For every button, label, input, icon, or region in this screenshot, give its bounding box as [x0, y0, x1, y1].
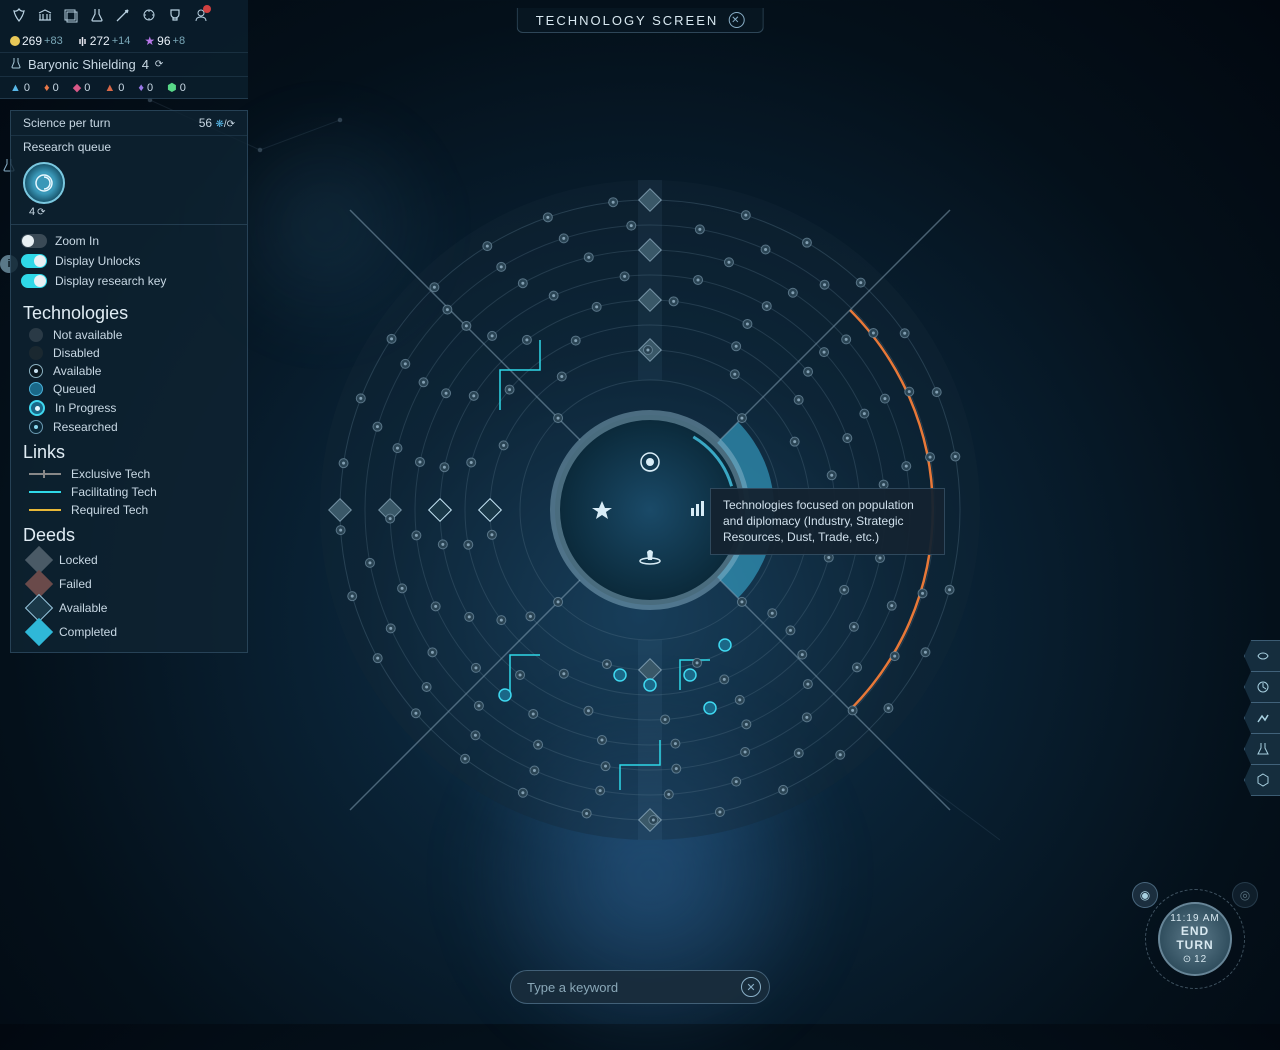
action-btn-3[interactable]	[1244, 702, 1280, 734]
action-btn-2[interactable]	[1244, 671, 1280, 703]
prestige-value: 96	[157, 34, 170, 48]
science-icon: ❋	[215, 119, 223, 130]
dust-resource[interactable]: 269 +83	[10, 34, 63, 48]
screen-title-bar: TECHNOLOGY SCREEN ✕	[517, 8, 764, 33]
resource-bar: 269 +83 272 +14 ★ 96 +8	[0, 30, 248, 52]
influence-resource[interactable]: 272 +14	[77, 34, 131, 48]
top-bar: 269 +83 272 +14 ★ 96 +8 Baryonic Shieldi…	[0, 0, 248, 99]
action-btn-4[interactable]	[1244, 733, 1280, 765]
legend-in-progress: In Progress	[11, 398, 247, 418]
deed-available: Available	[11, 596, 247, 620]
deed-completed: Completed	[11, 620, 247, 644]
resource-5[interactable]: ♦0	[138, 81, 153, 94]
resource-6[interactable]: ⬢0	[167, 81, 186, 94]
right-action-buttons	[1244, 640, 1280, 795]
influence-delta: +14	[112, 35, 131, 47]
turn-icon: ⟳	[155, 59, 163, 70]
tooltip-text: Technologies focused on population and d…	[723, 498, 914, 544]
end-turn-widget: ◉ ◎ 11:19 AM END TURN ⊙12	[1140, 884, 1250, 994]
legend-required: Required Tech	[11, 501, 247, 519]
science-per-turn-row: Science per turn 56 ❋/⟳	[11, 111, 247, 136]
scan-next-button[interactable]: ◎	[1232, 882, 1258, 908]
search-input[interactable]	[527, 980, 741, 995]
current-research-turns: 4	[142, 57, 149, 72]
menu-icons	[0, 0, 248, 30]
dust-value: 269	[22, 34, 42, 48]
resource-4[interactable]: ▲0	[104, 81, 124, 94]
legend-facilitating: Facilitating Tech	[11, 483, 247, 501]
quadrant-tooltip: Technologies focused on population and d…	[710, 488, 945, 555]
technologies-heading: Technologies	[11, 297, 247, 326]
toggle-zoom-label: Zoom In	[55, 234, 99, 248]
action-btn-1[interactable]	[1244, 640, 1280, 672]
influence-value: 272	[90, 34, 110, 48]
search-clear-button[interactable]: ✕	[741, 977, 761, 997]
quests-icon[interactable]	[140, 6, 158, 24]
links-heading: Links	[11, 436, 247, 465]
toggles-section: Zoom In Display Unlocks Display research…	[11, 224, 247, 297]
senate-icon[interactable]	[36, 6, 54, 24]
research-queue-label: Research queue	[11, 136, 247, 158]
toggle-unlocks[interactable]: Display Unlocks	[21, 251, 237, 271]
toggle-research-key[interactable]: Display research key	[21, 271, 237, 291]
legend-not-available: Not available	[11, 326, 247, 344]
spt-value-wrap: 56 ❋/⟳	[199, 116, 235, 130]
sidebar-panel: Science per turn 56 ❋/⟳ Research queue 4…	[10, 110, 248, 653]
dust-delta: +83	[44, 35, 63, 47]
toggle-research-key-switch[interactable]	[21, 274, 47, 288]
empire-icon[interactable]	[10, 6, 28, 24]
resource-2[interactable]: ♦0	[44, 81, 59, 94]
deeds-heading: Deeds	[11, 519, 247, 548]
legend-queued: Queued	[11, 380, 247, 398]
research-icon[interactable]	[88, 6, 106, 24]
economy-icon[interactable]	[62, 6, 80, 24]
queue-item-turns: 4⟳	[11, 206, 247, 224]
prestige-delta: +8	[173, 35, 186, 47]
military-icon[interactable]	[114, 6, 132, 24]
toggle-unlocks-label: Display Unlocks	[55, 254, 140, 268]
screen-title-text: TECHNOLOGY SCREEN	[536, 13, 719, 28]
current-research-row[interactable]: Baryonic Shielding 4 ⟳	[0, 52, 248, 76]
resource-1[interactable]: ▲0	[10, 81, 30, 94]
legend-disabled: Disabled	[11, 344, 247, 362]
flask-icon	[10, 57, 22, 72]
deed-locked: Locked	[11, 548, 247, 572]
prestige-resource[interactable]: ★ 96 +8	[144, 34, 185, 48]
legend-researched: Researched	[11, 418, 247, 436]
legend-available: Available	[11, 362, 247, 380]
current-research-name: Baryonic Shielding	[28, 57, 136, 72]
queue-item-1[interactable]	[23, 162, 65, 204]
deed-failed: Failed	[11, 572, 247, 596]
toggle-unlocks-switch[interactable]	[21, 254, 47, 268]
diplomacy-icon[interactable]	[192, 6, 210, 24]
spt-value: 56	[199, 116, 212, 130]
strategic-resources: ▲0 ♦0 ◆0 ▲0 ♦0 ⬢0	[0, 76, 248, 98]
close-button[interactable]: ✕	[728, 12, 744, 28]
action-btn-5[interactable]	[1244, 764, 1280, 796]
toggle-research-key-label: Display research key	[55, 274, 166, 288]
victory-icon[interactable]	[166, 6, 184, 24]
toggle-zoom[interactable]: Zoom In	[21, 231, 237, 251]
resource-3[interactable]: ◆0	[73, 81, 91, 94]
spt-label: Science per turn	[23, 116, 110, 130]
search-bar: ✕	[510, 970, 770, 1004]
toggle-zoom-switch[interactable]	[21, 234, 47, 248]
scan-prev-button[interactable]: ◉	[1132, 882, 1158, 908]
legend-exclusive: Exclusive Tech	[11, 465, 247, 483]
